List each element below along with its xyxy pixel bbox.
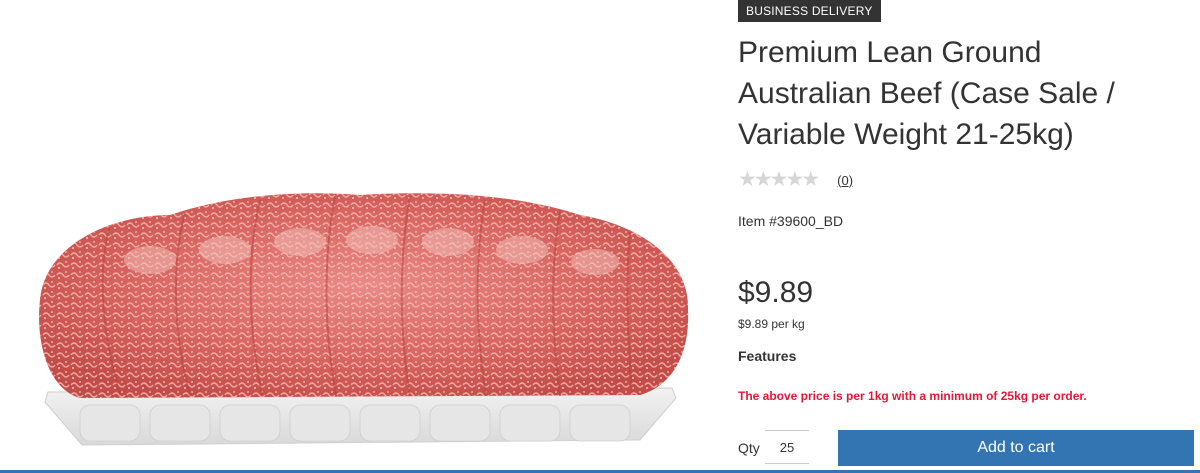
- unit-price: $9.89 per kg: [738, 317, 805, 331]
- star-empty-icon: ★: [753, 168, 773, 191]
- features-heading: Features: [738, 348, 797, 364]
- star-empty-icon: ★: [785, 168, 804, 191]
- product-title: Premium Lean Ground Australian Beef (Cas…: [738, 36, 1115, 151]
- ground-beef-tray-image: [39, 193, 689, 446]
- qty-input[interactable]: [765, 430, 809, 464]
- add-to-cart-button[interactable]: Add to cart: [838, 430, 1194, 466]
- star-empty-icon: ★: [769, 168, 789, 191]
- star-empty-icon: ★: [801, 168, 820, 191]
- rating-stars: ★★★★★: [738, 168, 820, 191]
- product-image[interactable]: [0, 0, 720, 473]
- price: $9.89: [738, 276, 814, 309]
- star-empty-icon: ★: [738, 168, 757, 191]
- product-rating: ★★★★★ (0): [738, 168, 853, 191]
- qty-label: Qty: [738, 440, 760, 456]
- item-number: Item #39600_BD: [738, 213, 844, 229]
- business-delivery-badge: BUSINESS DELIVERY: [738, 0, 881, 22]
- review-count-link[interactable]: (0): [837, 173, 853, 188]
- price-notice: The above price is per 1kg with a minimu…: [738, 389, 1087, 403]
